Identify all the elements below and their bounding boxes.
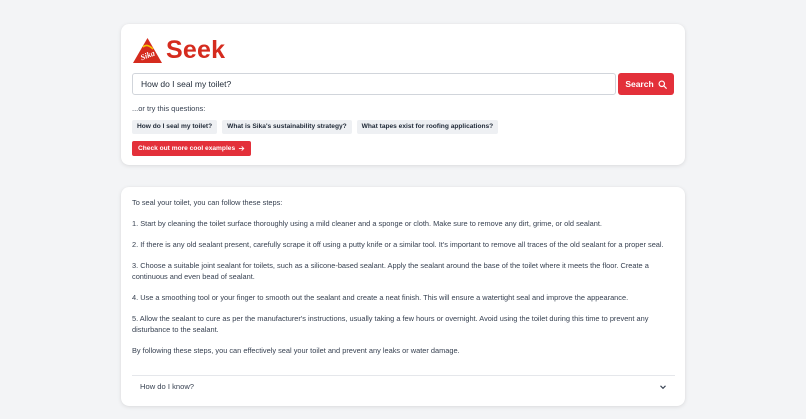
how-do-i-know-accordion[interactable]: How do I know? — [132, 375, 675, 397]
accordion-label: How do I know? — [140, 382, 195, 391]
chevron-down-icon — [660, 384, 666, 389]
suggestion-chip[interactable]: How do I seal my toilet? — [132, 120, 218, 134]
arrow-right-icon — [238, 146, 245, 151]
answer-text: To seal your toilet, you can follow thes… — [132, 197, 675, 356]
sika-logo-icon: Sika — [133, 37, 162, 63]
suggestions-label: ...or try this questions: — [132, 104, 206, 113]
search-icon — [658, 79, 667, 89]
search-button[interactable]: Search — [618, 73, 674, 95]
suggestion-chip[interactable]: What is Sika's sustainability strategy? — [222, 120, 352, 134]
search-button-label: Search — [625, 79, 654, 89]
search-input[interactable] — [132, 73, 616, 95]
logo: Sika Seek — [132, 36, 225, 64]
answer-card: To seal your toilet, you can follow thes… — [121, 187, 685, 406]
answer-paragraph: To seal your toilet, you can follow thes… — [132, 198, 283, 207]
answer-paragraph: 5. Allow the sealant to cure as per the … — [132, 314, 649, 334]
answer-paragraph: 1. Start by cleaning the toilet surface … — [132, 219, 602, 228]
answer-paragraph: 3. Choose a suitable joint sealant for t… — [132, 261, 649, 281]
search-card: Sika Seek Search ...or try this question… — [121, 24, 685, 165]
answer-paragraph: By following these steps, you can effect… — [132, 346, 460, 355]
brand-name: Seek — [166, 36, 226, 64]
suggestion-chip[interactable]: What tapes exist for roofing application… — [356, 120, 499, 134]
answer-paragraph: 2. If there is any old sealant present, … — [132, 240, 664, 249]
more-examples-button[interactable]: Check out more cool examples — [132, 141, 252, 156]
suggestion-chips: How do I seal my toilet? What is Sika's … — [132, 120, 499, 134]
more-examples-label: Check out more cool examples — [138, 145, 236, 152]
answer-paragraph: 4. Use a smoothing tool or your finger t… — [132, 293, 629, 302]
